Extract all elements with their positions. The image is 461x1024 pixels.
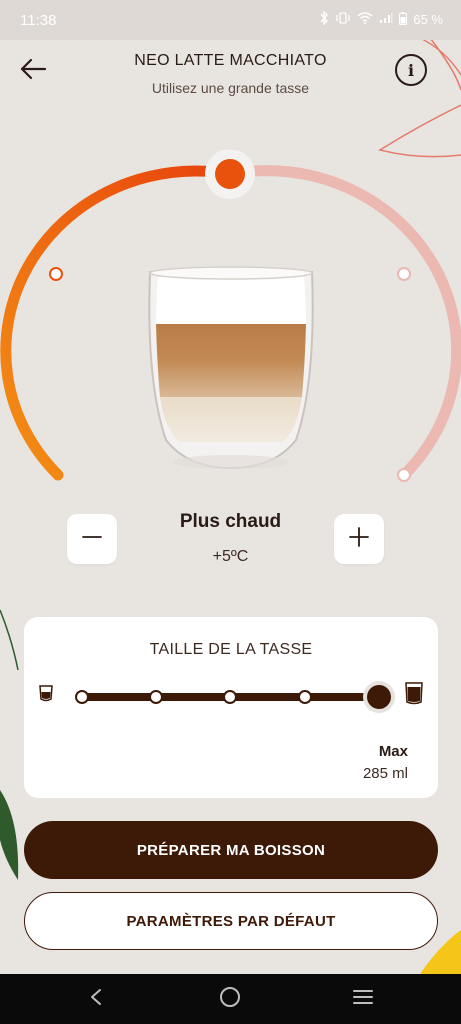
status-bar: 11:38 65 % — [0, 0, 461, 40]
nav-home-icon — [219, 986, 241, 1012]
temperature-value: +5ºC — [212, 548, 249, 565]
default-settings-button[interactable]: PARAMÈTRES PAR DÉFAUT — [24, 892, 438, 950]
plus-icon — [348, 526, 370, 552]
battery-icon — [399, 11, 408, 28]
cup-size-title: TAILLE DE LA TASSE — [149, 641, 313, 658]
system-navigation-bar — [0, 974, 461, 1024]
temp-step-4[interactable] — [397, 267, 411, 281]
cup-size-selected-label: Max — [378, 743, 408, 760]
temp-step-5[interactable] — [397, 468, 411, 482]
prepare-drink-button[interactable]: PRÉPARER MA BOISSON — [24, 821, 438, 879]
cup-size-step-2[interactable] — [149, 690, 163, 704]
nav-back-icon — [89, 988, 103, 1010]
temp-step-1[interactable] — [49, 267, 63, 281]
cup-size-selected-volume: 285 ml — [362, 765, 408, 782]
info-icon: i — [407, 60, 415, 80]
large-cup-icon — [405, 682, 423, 705]
cup-size-slider[interactable] — [24, 675, 438, 725]
nav-back-button[interactable] — [76, 986, 116, 1012]
signal-icon — [379, 12, 393, 27]
wifi-icon — [357, 12, 373, 27]
info-button[interactable]: i — [395, 54, 427, 86]
temperature-label: Plus chaud — [179, 511, 282, 532]
cup-size-step-4[interactable] — [298, 690, 312, 704]
page-title: NEO LATTE MACCHIATO — [134, 52, 327, 69]
nav-recents-icon — [352, 988, 374, 1010]
cup-size-step-1[interactable] — [75, 690, 89, 704]
small-cup-icon — [39, 685, 53, 702]
status-icons: 65 % — [319, 10, 443, 28]
page-subtitle: Utilisez une grande tasse — [151, 80, 310, 96]
nav-recents-button[interactable] — [343, 986, 383, 1012]
cup-size-step-3[interactable] — [223, 690, 237, 704]
bluetooth-icon — [319, 10, 329, 28]
battery-percent: 65 % — [413, 12, 443, 27]
status-time: 11:38 — [20, 12, 57, 29]
latte-macchiato-image — [148, 266, 314, 470]
nav-home-button[interactable] — [210, 986, 250, 1012]
cup-size-card: TAILLE DE LA TASSE Max 285 ml — [24, 617, 438, 798]
vibrate-icon — [335, 12, 351, 27]
increase-temperature-button[interactable] — [334, 514, 384, 564]
